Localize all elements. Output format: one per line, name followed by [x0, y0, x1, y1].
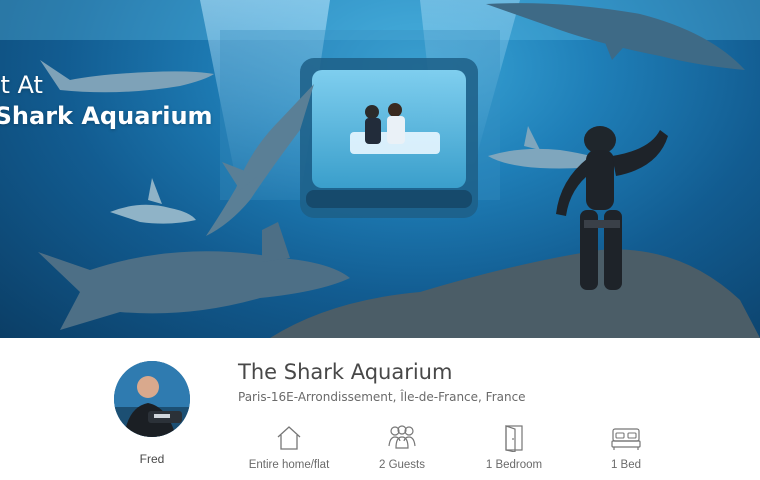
hero-title: ght At e Shark Aquarium [0, 70, 213, 132]
listing-info-panel: Fred The Shark Aquarium Paris-16E-Arrond… [0, 338, 760, 480]
door-icon [505, 425, 523, 452]
amenity-label: 1 Bedroom [485, 459, 543, 471]
rock [270, 249, 760, 338]
amenity-home-type: Entire home/flat [246, 422, 332, 471]
avatar[interactable] [114, 361, 190, 437]
house-icon [277, 426, 301, 450]
shark-large-bottom [38, 222, 350, 330]
amenity-label: Entire home/flat [248, 459, 330, 471]
host-name[interactable]: Fred [112, 452, 192, 466]
hero-title-line-1: ght At [0, 71, 43, 99]
amenity-bedrooms: 1 Bedroom [480, 422, 548, 471]
host-photo [114, 361, 190, 437]
shark-small-left [110, 178, 196, 224]
listing-location: Paris-16E-Arrondissement, Île-de-France,… [238, 390, 526, 404]
underwater-room [300, 58, 478, 218]
amenity-label: 1 Bed [610, 459, 642, 471]
amenity-label: 2 Guests [378, 459, 426, 471]
amenity-guests: 2 Guests [372, 422, 432, 471]
bed-icon [611, 428, 641, 450]
hero-image: ght At e Shark Aquarium [0, 0, 760, 338]
guests-icon [388, 425, 416, 449]
host-profile[interactable]: Fred [112, 361, 192, 466]
listing-title: The Shark Aquarium [238, 360, 453, 384]
hero-title-line-2: e Shark Aquarium [0, 102, 213, 130]
aquarium-scene [0, 0, 760, 338]
amenity-beds: 1 Bed [600, 422, 652, 471]
